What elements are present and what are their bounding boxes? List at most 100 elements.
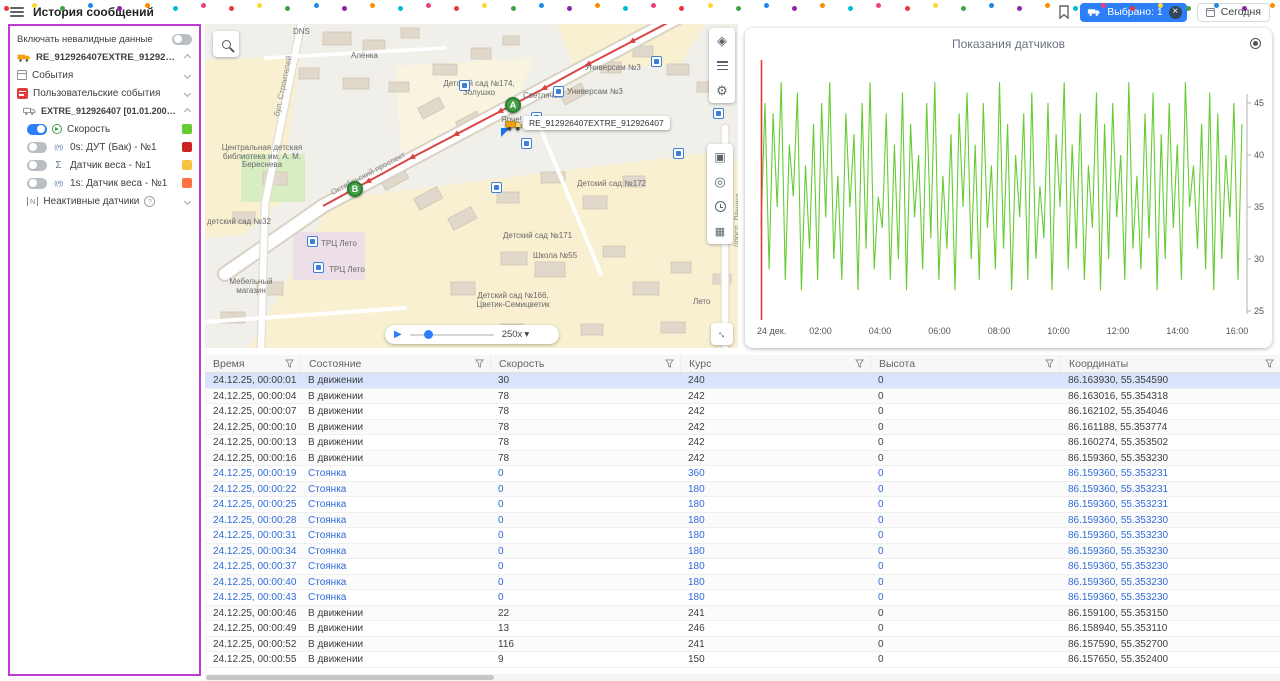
- follow-unit-icon[interactable]: ◎: [707, 169, 733, 194]
- table-row[interactable]: 24.12.25, 00:00:40Стоянка0180086.159360,…: [205, 575, 1280, 591]
- map-search-button[interactable]: [213, 31, 239, 57]
- events-row[interactable]: События: [10, 66, 199, 84]
- table-row[interactable]: 24.12.25, 00:00:01В движении30240086.163…: [205, 373, 1280, 389]
- selected-count-label: Выбрано: 1: [1107, 6, 1163, 18]
- expand-icon[interactable]: [184, 197, 191, 204]
- legend-icon[interactable]: [709, 53, 735, 78]
- settings-gear-icon[interactable]: ⚙: [709, 78, 735, 103]
- table-row[interactable]: 24.12.25, 00:00:46В движении22241086.159…: [205, 606, 1280, 622]
- fit-track-icon[interactable]: ▣: [707, 144, 733, 169]
- poi-icon[interactable]: [459, 80, 470, 91]
- invalid-data-toggle[interactable]: [172, 34, 192, 45]
- table-row[interactable]: 24.12.25, 00:00:25Стоянка0180086.159360,…: [205, 497, 1280, 513]
- scrollbar-thumb[interactable]: [206, 675, 494, 680]
- clear-selection-icon[interactable]: ×: [1169, 6, 1182, 19]
- help-icon[interactable]: ?: [144, 196, 155, 207]
- route-start-marker[interactable]: A: [505, 97, 521, 113]
- filter-icon[interactable]: [1265, 359, 1274, 368]
- table-cell: 86.162102, 55.354046: [1060, 404, 1280, 419]
- map-canvas[interactable]: DNSАлёнкаДетский сад №174, ЗолушкоСветля…: [205, 24, 738, 348]
- unit-map-label[interactable]: RE_912926407EXTRE_912926407: [523, 116, 670, 130]
- history-clock-icon[interactable]: [707, 194, 733, 219]
- svg-text:02:00: 02:00: [809, 326, 832, 336]
- table-row[interactable]: 24.12.25, 00:00:37Стоянка0180086.159360,…: [205, 559, 1280, 575]
- sensor-row[interactable]: ((•)) 1s: Датчик веса - №1: [10, 174, 199, 192]
- table-row[interactable]: 24.12.25, 00:00:55В движении9150086.1576…: [205, 652, 1280, 668]
- table-row[interactable]: 24.12.25, 00:00:52В движении116241086.15…: [205, 637, 1280, 653]
- poi-icon[interactable]: [553, 86, 564, 97]
- expand-icon[interactable]: [184, 89, 191, 96]
- filter-icon[interactable]: [855, 359, 864, 368]
- table-row[interactable]: 24.12.25, 00:00:04В движении78242086.163…: [205, 389, 1280, 405]
- table-cell: 360: [680, 466, 870, 481]
- sensor-toggle[interactable]: [27, 142, 47, 153]
- sensor-toggle[interactable]: [27, 178, 47, 189]
- table-row[interactable]: 24.12.25, 00:00:34Стоянка0180086.159360,…: [205, 544, 1280, 560]
- table-row[interactable]: 24.12.25, 00:00:31Стоянка0180086.159360,…: [205, 528, 1280, 544]
- column-header[interactable]: Высота: [870, 355, 1060, 372]
- table-row[interactable]: 24.12.25, 00:00:28Стоянка0180086.159360,…: [205, 513, 1280, 529]
- unit-header-row[interactable]: RE_912926407EXTRE_912926407: [10, 48, 199, 66]
- table-row[interactable]: 24.12.25, 00:00:16В движении78242086.159…: [205, 451, 1280, 467]
- poi-icon[interactable]: [521, 138, 532, 149]
- sensor-toggle[interactable]: [27, 160, 47, 171]
- column-header[interactable]: Скорость: [490, 355, 680, 372]
- collapse-icon[interactable]: [184, 53, 191, 60]
- unit-session-row[interactable]: EXTRE_912926407 [01.01.2000 00:00:00]: [10, 102, 199, 120]
- search-icon: [222, 40, 231, 49]
- table-cell: 180: [680, 513, 870, 528]
- unit-marker-icon[interactable]: [505, 118, 523, 132]
- table-row[interactable]: 24.12.25, 00:00:22Стоянка0180086.159360,…: [205, 482, 1280, 498]
- route-end-marker[interactable]: B: [347, 181, 363, 197]
- table-row[interactable]: 24.12.25, 00:00:43Стоянка0180086.159360,…: [205, 590, 1280, 606]
- table-row[interactable]: 24.12.25, 00:00:49В движении13246086.158…: [205, 621, 1280, 637]
- table-cell: Стоянка: [300, 497, 490, 512]
- record-icon[interactable]: [1250, 38, 1261, 49]
- expand-icon[interactable]: [184, 71, 191, 78]
- table-cell: 0: [870, 466, 1060, 481]
- table-cell: 86.157650, 55.352400: [1060, 652, 1280, 667]
- menu-icon[interactable]: [10, 7, 24, 17]
- layers-icon[interactable]: ◈: [709, 28, 735, 53]
- date-range-button[interactable]: Сегодня: [1197, 3, 1270, 22]
- user-events-label: Пользовательские события: [33, 88, 180, 99]
- filter-icon[interactable]: [665, 359, 674, 368]
- sensor-row[interactable]: Σ Датчик веса - №1: [10, 156, 199, 174]
- filter-icon[interactable]: [285, 359, 294, 368]
- table-row[interactable]: 24.12.25, 00:00:19Стоянка0360086.159360,…: [205, 466, 1280, 482]
- table-row[interactable]: 24.12.25, 00:00:07В движении78242086.162…: [205, 404, 1280, 420]
- table-row[interactable]: 24.12.25, 00:00:10В движении78242086.161…: [205, 420, 1280, 436]
- measure-icon[interactable]: ▦: [707, 219, 733, 244]
- table-cell: Стоянка: [300, 513, 490, 528]
- poi-icon[interactable]: [307, 236, 318, 247]
- poi-icon[interactable]: [651, 56, 662, 67]
- playback-speed[interactable]: 250x ▾: [502, 329, 529, 340]
- fullscreen-button[interactable]: ↔: [711, 323, 733, 345]
- sensor-row[interactable]: ((•)) 0s: ДУТ (Бак) - №1: [10, 138, 199, 156]
- poi-icon[interactable]: [313, 262, 324, 273]
- sensor-toggle[interactable]: [27, 124, 47, 135]
- poi-icon[interactable]: [713, 108, 724, 119]
- column-header[interactable]: Координаты: [1060, 355, 1280, 372]
- poi-icon[interactable]: [491, 182, 502, 193]
- sensor-chart[interactable]: 2530354045 24 дек.02:0004:0006:0008:0010…: [745, 52, 1272, 348]
- filter-icon[interactable]: [1045, 359, 1054, 368]
- column-header[interactable]: Состояние: [300, 355, 490, 372]
- table-cell: 24.12.25, 00:00:16: [205, 451, 300, 466]
- table-row[interactable]: 24.12.25, 00:00:13В движении78242086.160…: [205, 435, 1280, 451]
- poi-icon[interactable]: [673, 148, 684, 159]
- table-cell: 0: [870, 497, 1060, 512]
- user-events-row[interactable]: Пользовательские события: [10, 84, 199, 102]
- selected-units-chip[interactable]: Выбрано: 1 ×: [1080, 3, 1187, 22]
- play-button[interactable]: ▶: [394, 330, 402, 340]
- column-header[interactable]: Курс: [680, 355, 870, 372]
- collapse-icon[interactable]: [184, 107, 191, 114]
- sensor-row[interactable]: Скорость: [10, 120, 199, 138]
- column-header[interactable]: Время: [205, 355, 300, 372]
- playback-slider[interactable]: [410, 334, 494, 336]
- slider-handle[interactable]: [424, 330, 433, 339]
- bookmark-icon[interactable]: [1058, 5, 1070, 19]
- table-cell: 86.159360, 55.353230: [1060, 559, 1280, 574]
- inactive-sensors-row[interactable]: N Неактивные датчики ?: [10, 192, 199, 210]
- filter-icon[interactable]: [475, 359, 484, 368]
